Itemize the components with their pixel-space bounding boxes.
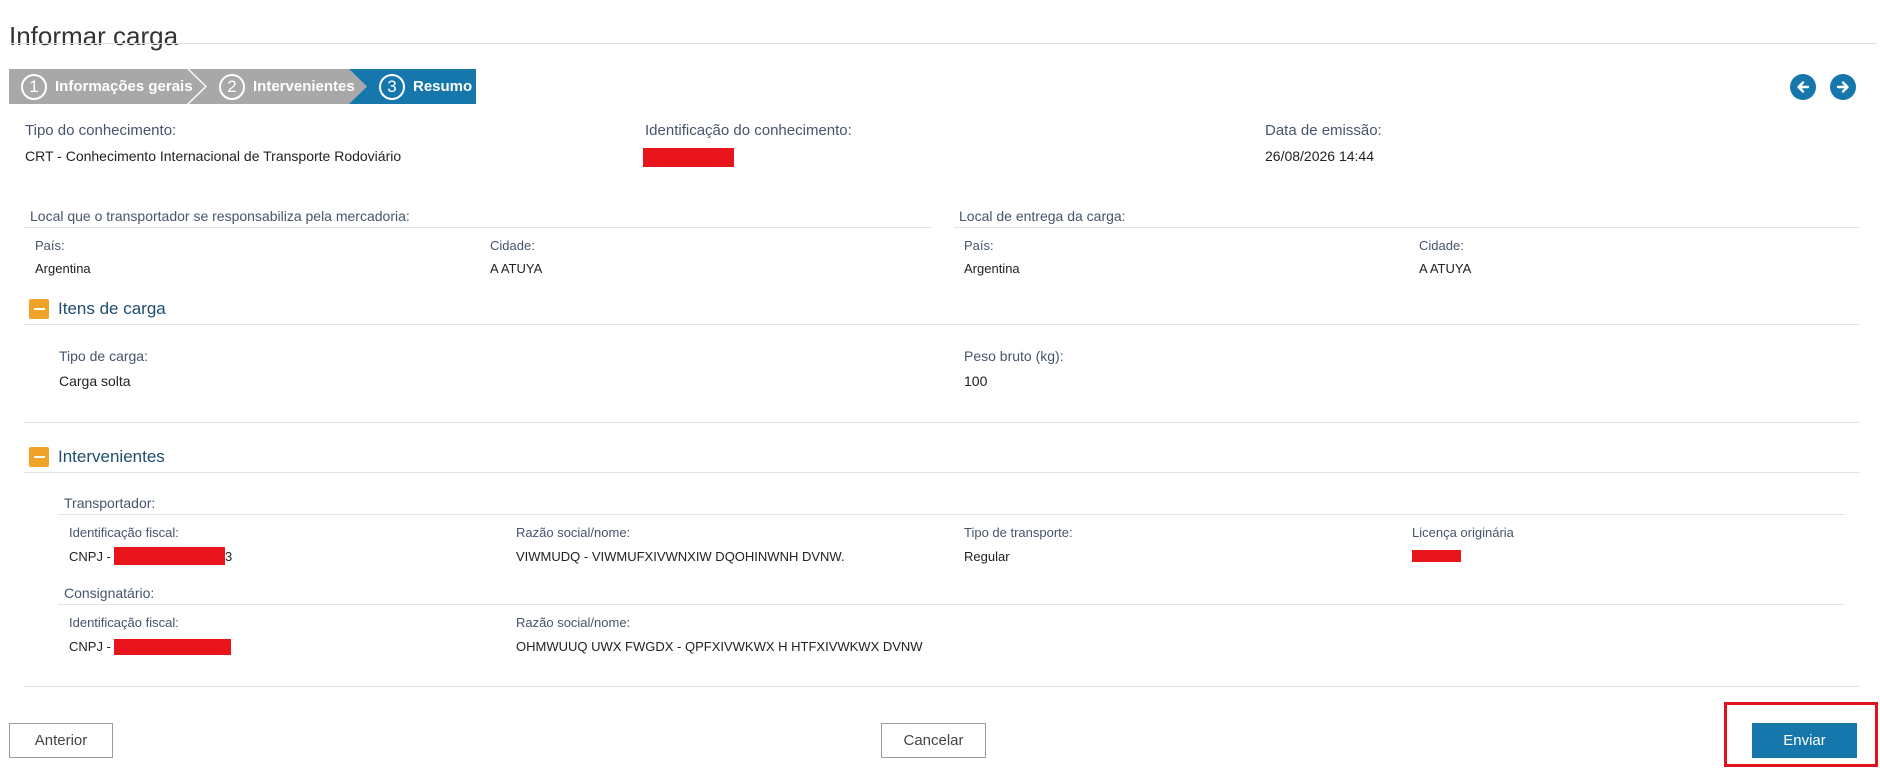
divider — [58, 514, 1845, 515]
transportador-header: Transportador: — [64, 495, 156, 511]
origem-pais-label: País: — [35, 238, 65, 253]
data-emissao-label: Data de emissão: — [1265, 122, 1382, 139]
intervenientes-section-title: Intervenientes — [58, 447, 165, 466]
arrow-left-circle-icon[interactable] — [1790, 74, 1816, 100]
minus-icon — [33, 456, 45, 458]
entrega-cidade-value: A ATUYA — [1419, 261, 1472, 276]
itens-collapse-toggle[interactable] — [29, 299, 49, 319]
arrow-right-circle-icon[interactable] — [1830, 74, 1856, 100]
title-divider — [9, 43, 1877, 44]
consignatario-razao-value: OHMWUUQ UWX FWGDX - QPFXIVWKWX H HTFXIVW… — [516, 639, 923, 654]
divider — [24, 686, 1860, 687]
entrega-pais-value: Argentina — [964, 261, 1020, 276]
tipo-carga-label: Tipo de carga: — [59, 348, 148, 364]
peso-bruto-label: Peso bruto (kg): — [964, 348, 1064, 364]
redacted-consignatario-cnpj — [114, 639, 231, 655]
transportador-razao-label: Razão social/nome: — [516, 525, 631, 540]
peso-bruto-value: 100 — [964, 373, 988, 389]
minus-icon — [33, 308, 45, 310]
enviar-button[interactable]: Enviar — [1752, 723, 1857, 758]
licenca-originaria-label: Licença originária — [1412, 525, 1514, 540]
transportador-razao-value: VIWMUDQ - VIWMUFXIVWNXIW DQOHINWNH DVNW. — [516, 549, 845, 564]
entrega-pais-label: País: — [964, 238, 994, 253]
origem-cidade-value: A ATUYA — [490, 261, 543, 276]
step-number: 3 — [379, 73, 405, 100]
step-label: Informações gerais — [55, 78, 193, 95]
transportador-fiscal-label: Identificação fiscal: — [69, 525, 179, 540]
cancelar-button[interactable]: Cancelar — [881, 723, 986, 758]
step-number: 1 — [21, 73, 47, 100]
data-emissao-value: 26/08/2026 14:44 — [1265, 148, 1374, 164]
tipo-carga-value: Carga solta — [59, 373, 131, 389]
divider — [24, 227, 931, 228]
intervenientes-collapse-toggle[interactable] — [29, 447, 49, 467]
tipo-transporte-value: Regular — [964, 549, 1010, 564]
step-label: Intervenientes — [253, 78, 355, 95]
identificacao-conhecimento-label: Identificação do conhecimento: — [645, 122, 852, 139]
step-number: 2 — [219, 73, 245, 100]
consignatario-fiscal-label: Identificação fiscal: — [69, 615, 179, 630]
tipo-conhecimento-value: CRT - Conhecimento Internacional de Tran… — [25, 148, 402, 164]
divider — [24, 324, 1860, 325]
wizard-step-informacoes-gerais[interactable]: 1 Informações gerais — [9, 69, 205, 104]
redacted-identificacao — [643, 148, 734, 167]
divider — [954, 227, 1860, 228]
transportador-fiscal-suffix: 3 — [225, 549, 233, 564]
redacted-transportador-cnpj — [114, 547, 225, 565]
entrega-cidade-label: Cidade: — [1419, 238, 1464, 253]
tipo-transporte-label: Tipo de transporte: — [964, 525, 1073, 540]
anterior-button[interactable]: Anterior — [9, 723, 113, 758]
local-origem-header: Local que o transportador se responsabil… — [30, 208, 410, 224]
redacted-licenca — [1412, 550, 1461, 562]
divider — [24, 422, 1860, 423]
tipo-conhecimento-label: Tipo do conhecimento: — [25, 122, 177, 139]
divider — [58, 604, 1845, 605]
local-entrega-header: Local de entrega da carga: — [959, 208, 1126, 224]
wizard-step-intervenientes[interactable]: 2 Intervenientes — [189, 69, 367, 104]
wizard-step-resumo[interactable]: 3 Resumo — [349, 69, 476, 104]
consignatario-razao-label: Razão social/nome: — [516, 615, 631, 630]
origem-cidade-label: Cidade: — [490, 238, 535, 253]
page-title: Informar carga — [9, 21, 179, 52]
itens-section-title: Itens de carga — [58, 299, 166, 318]
divider — [24, 472, 1860, 473]
step-label: Resumo — [413, 78, 473, 95]
origem-pais-value: Argentina — [35, 261, 91, 276]
consignatario-header: Consignatário: — [64, 585, 155, 601]
